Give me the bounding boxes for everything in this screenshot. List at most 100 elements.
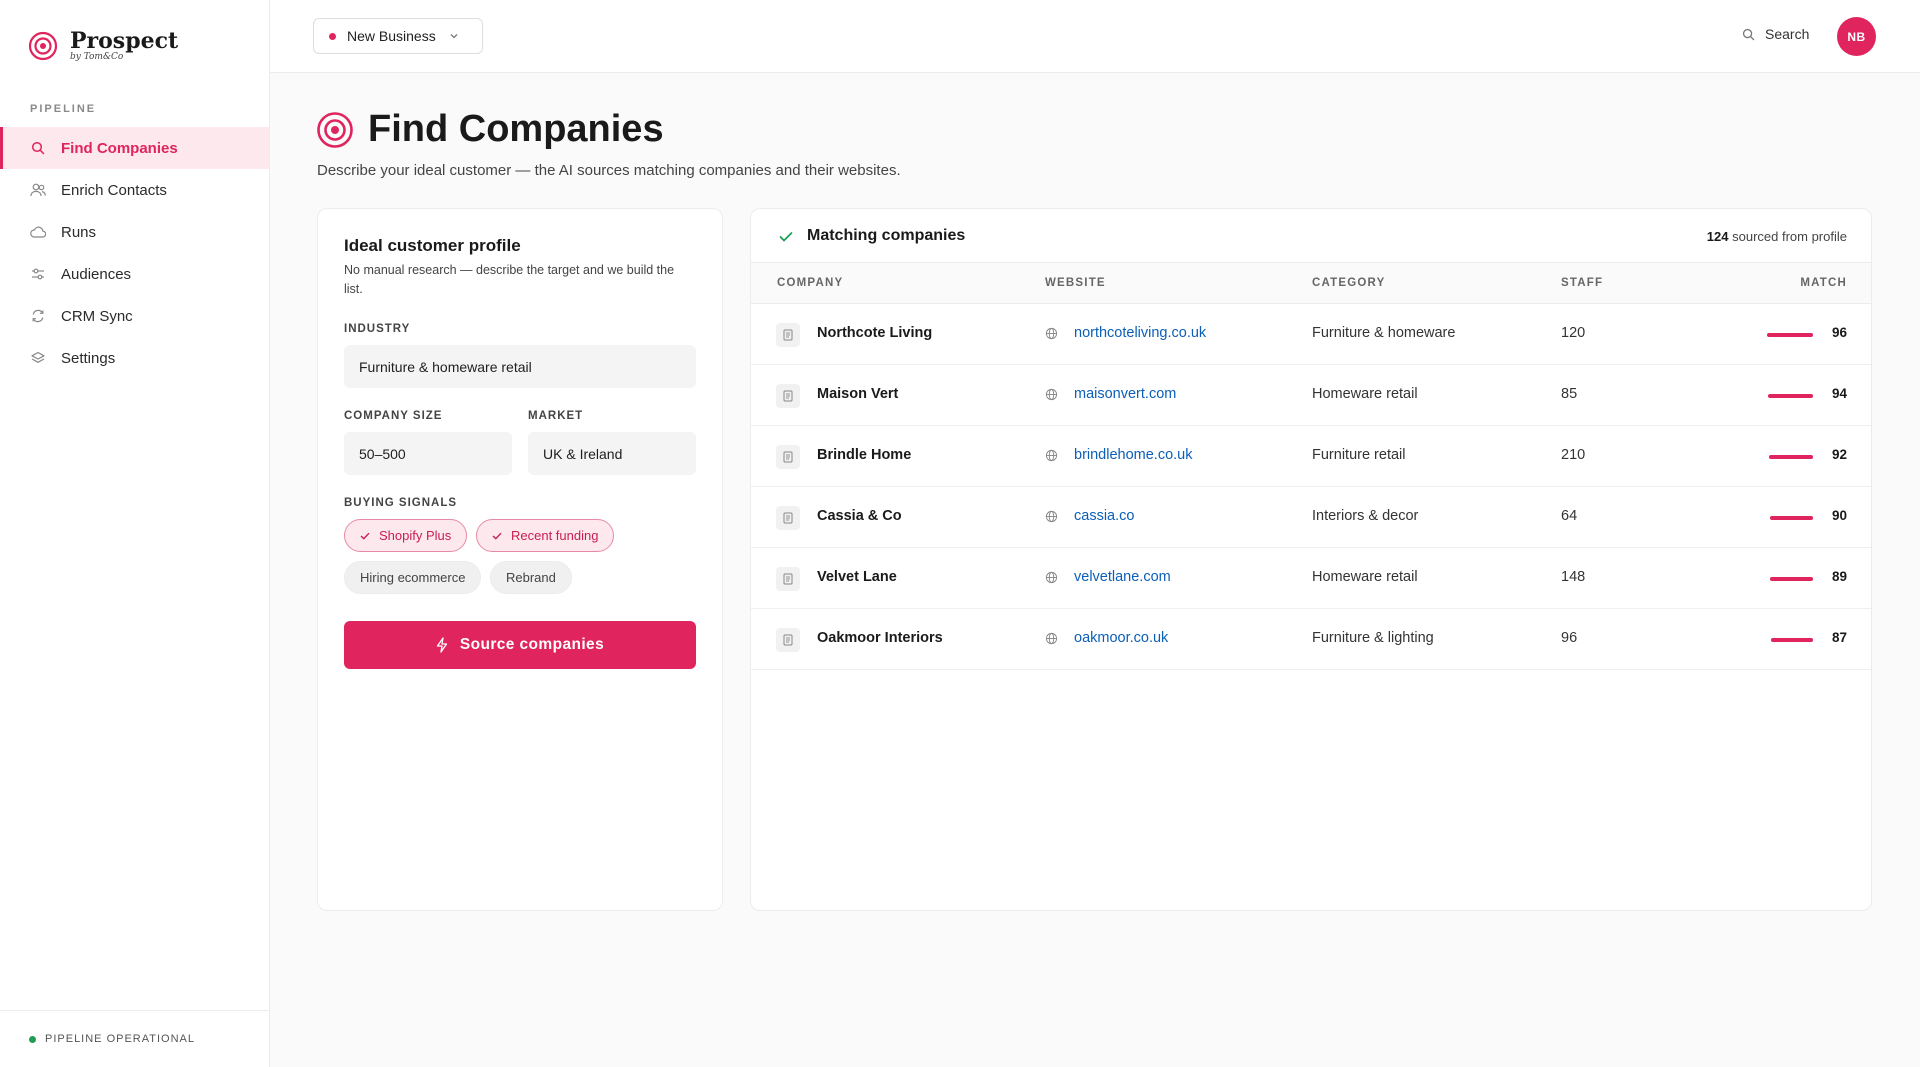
sidebar-item-label: Enrich Contacts bbox=[61, 181, 167, 199]
column-header-match[interactable]: MATCH bbox=[1800, 277, 1847, 289]
website-text: velvetlane.com bbox=[1074, 569, 1171, 585]
chip-label: Rebrand bbox=[506, 570, 556, 585]
website-text: maisonvert.com bbox=[1074, 386, 1177, 402]
document-icon bbox=[776, 628, 800, 652]
globe-icon bbox=[1045, 632, 1066, 645]
match-bar bbox=[1770, 516, 1813, 520]
sync-icon bbox=[30, 308, 46, 324]
website-link[interactable]: brindlehome.co.uk bbox=[1045, 447, 1193, 463]
signal-chip-hiring-ecommerce[interactable]: Hiring ecommerce bbox=[344, 561, 482, 594]
page-header: Find Companies bbox=[316, 108, 664, 151]
globe-icon bbox=[1045, 449, 1066, 462]
sidebar-item-settings[interactable]: Settings bbox=[0, 337, 269, 379]
search-icon bbox=[1742, 28, 1755, 40]
document-icon bbox=[776, 506, 800, 530]
table-row[interactable]: Northcote Living northcoteliving.co.uk Fur… bbox=[751, 304, 1871, 365]
match-score: 89 bbox=[1831, 569, 1847, 584]
globe-icon bbox=[1045, 388, 1066, 401]
company-name: Cassia & Co bbox=[817, 508, 902, 524]
icp-description: No manual research — describe the target… bbox=[344, 263, 675, 296]
pipeline-status: PIPELINE OPERATIONAL bbox=[0, 1010, 269, 1067]
document-icon bbox=[776, 323, 800, 347]
results-count-suffix: sourced from profile bbox=[1732, 229, 1847, 244]
signal-chip-recent-funding[interactable]: Recent funding bbox=[476, 519, 615, 552]
company-name: Velvet Lane bbox=[817, 569, 897, 585]
source-companies-button[interactable]: Source companies bbox=[344, 621, 696, 669]
sidebar-item-audiences[interactable]: Audiences bbox=[0, 253, 269, 295]
match-bar bbox=[1771, 638, 1813, 642]
company-name: Brindle Home bbox=[817, 447, 912, 463]
chevron-down-icon bbox=[450, 34, 458, 39]
chip-label: Hiring ecommerce bbox=[360, 570, 466, 585]
workspace-name: New Business bbox=[347, 28, 436, 44]
signal-chip-shopify-plus[interactable]: Shopify Plus bbox=[344, 519, 468, 552]
industry-field[interactable]: Furniture & homeware retail bbox=[344, 345, 696, 388]
column-header-category[interactable]: CATEGORY bbox=[1312, 277, 1386, 289]
market-field[interactable]: UK & Ireland bbox=[528, 432, 696, 475]
company-category: Homeware retail bbox=[1312, 569, 1418, 585]
company-staff: 64 bbox=[1561, 508, 1578, 524]
sidebar-item-runs[interactable]: Runs bbox=[0, 211, 269, 253]
sidebar-item-crm-sync[interactable]: CRM Sync bbox=[0, 295, 269, 337]
match-score: 87 bbox=[1831, 630, 1847, 645]
top-bar: New Business Search NB bbox=[270, 0, 1920, 73]
results-header: Matching companies 124 sourced from prof… bbox=[751, 209, 1871, 263]
sidebar-item-label: Find Companies bbox=[61, 139, 178, 157]
search-icon bbox=[30, 140, 46, 156]
website-link[interactable]: cassia.co bbox=[1045, 508, 1134, 524]
column-header-website[interactable]: WEBSITE bbox=[1045, 277, 1106, 289]
sidebar-item-find-companies[interactable]: Find Companies bbox=[0, 127, 269, 169]
source-companies-label: Source companies bbox=[459, 636, 605, 653]
company-size-field[interactable]: 50–500 bbox=[344, 432, 512, 475]
signal-chip-rebrand[interactable]: Rebrand bbox=[490, 561, 572, 594]
match-bar bbox=[1768, 394, 1813, 398]
search-label: Search bbox=[1765, 26, 1810, 42]
brand[interactable]: Prospect by Tom&Co bbox=[28, 28, 178, 62]
document-icon bbox=[776, 384, 800, 408]
target-icon bbox=[317, 111, 353, 148]
match-bar bbox=[1767, 333, 1813, 337]
status-dot-icon bbox=[29, 1035, 36, 1043]
table-row[interactable]: Maison Vert maisonvert.com Homeware retail… bbox=[751, 365, 1871, 426]
brand-name: Prospect bbox=[70, 28, 179, 54]
match-score: 94 bbox=[1831, 386, 1847, 401]
match-score: 96 bbox=[1831, 325, 1847, 340]
workspace-dot-icon bbox=[329, 32, 336, 40]
search-button[interactable]: Search bbox=[1742, 26, 1809, 42]
match-bar bbox=[1770, 577, 1813, 581]
company-name: Maison Vert bbox=[817, 386, 899, 402]
company-staff: 120 bbox=[1561, 325, 1586, 341]
sidebar-item-label: Runs bbox=[61, 223, 97, 241]
company-category: Homeware retail bbox=[1312, 386, 1418, 402]
avatar[interactable]: NB bbox=[1837, 17, 1876, 56]
results-title-text: Matching companies bbox=[807, 227, 966, 244]
check-icon bbox=[492, 532, 502, 540]
table-row[interactable]: Cassia & Co cassia.co Interiors & decor 64 9… bbox=[751, 487, 1871, 548]
table-row[interactable]: Velvet Lane velvetlane.com Homeware retail… bbox=[751, 548, 1871, 609]
globe-icon bbox=[1045, 510, 1066, 523]
website-text: northcoteliving.co.uk bbox=[1074, 325, 1207, 341]
page-description: Describe your ideal customer — the AI so… bbox=[317, 162, 901, 179]
column-header-company[interactable]: COMPANY bbox=[777, 277, 843, 289]
website-link[interactable]: oakmoor.co.uk bbox=[1045, 630, 1168, 646]
sidebar-item-label: Settings bbox=[61, 349, 116, 367]
company-staff: 96 bbox=[1561, 630, 1578, 646]
check-icon bbox=[360, 532, 370, 540]
sidebar-nav: Find Companies Enrich Contacts Runs Audi… bbox=[0, 127, 269, 379]
website-link[interactable]: maisonvert.com bbox=[1045, 386, 1176, 402]
website-link[interactable]: northcoteliving.co.uk bbox=[1045, 325, 1206, 341]
layers-icon bbox=[30, 350, 46, 366]
market-label: MARKET bbox=[528, 410, 584, 422]
target-logo-icon bbox=[28, 31, 58, 61]
sidebar-item-label: CRM Sync bbox=[61, 307, 133, 325]
document-icon bbox=[776, 567, 800, 591]
company-size-label: COMPANY SIZE bbox=[344, 410, 443, 422]
results-title: Matching companies bbox=[779, 227, 965, 245]
column-header-staff[interactable]: STAFF bbox=[1561, 277, 1603, 289]
sidebar-item-enrich-contacts[interactable]: Enrich Contacts bbox=[0, 169, 269, 211]
match-score: 90 bbox=[1831, 508, 1847, 523]
table-row[interactable]: Oakmoor Interiors oakmoor.co.uk Furniture … bbox=[751, 609, 1871, 670]
table-row[interactable]: Brindle Home brindlehome.co.uk Furniture r… bbox=[751, 426, 1871, 487]
website-link[interactable]: velvetlane.com bbox=[1045, 569, 1171, 585]
workspace-selector[interactable]: New Business bbox=[313, 18, 483, 54]
